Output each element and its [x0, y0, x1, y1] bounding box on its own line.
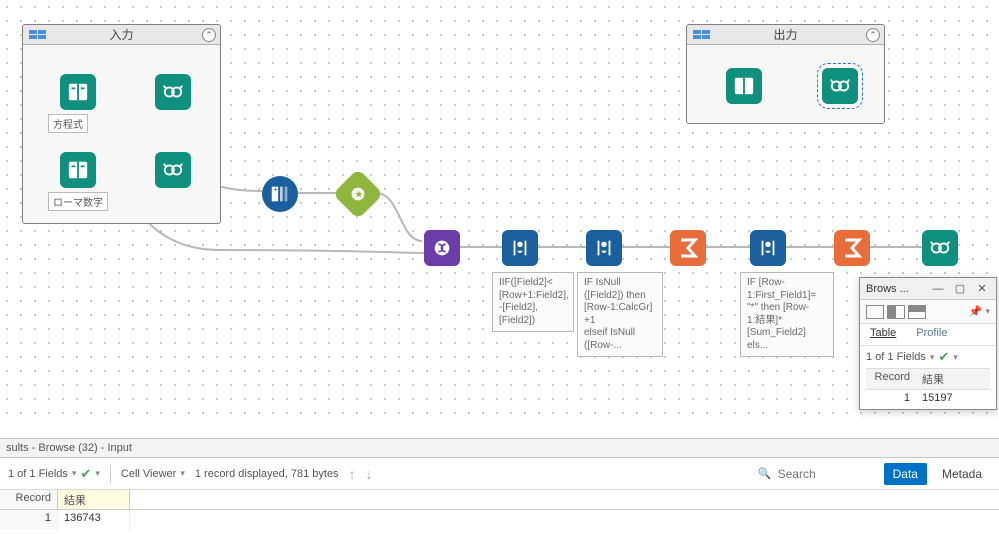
multirow-formula-tool-2[interactable] — [586, 230, 622, 266]
text-input-tool-output[interactable] — [726, 68, 762, 104]
results-row-1[interactable]: 1 136743 — [0, 510, 999, 530]
data-tab-button[interactable]: Data — [884, 463, 927, 485]
layout-icon-2[interactable] — [887, 305, 905, 319]
multirow-formula-tool-3[interactable] — [750, 230, 786, 266]
tab-profile[interactable]: Profile — [910, 324, 953, 345]
float-col-record: Record — [866, 369, 916, 389]
pin-icon[interactable]: 📌 — [969, 305, 983, 318]
browse-window-titlebar[interactable]: Brows ... — ▢ ✕ — [860, 278, 996, 300]
summarize-tool-1[interactable] — [670, 230, 706, 266]
window-close-btn[interactable]: ✕ — [974, 282, 990, 295]
workflow-canvas[interactable]: 入力 ⌃ 方程式 ローマ数字 + ★ — [0, 0, 999, 420]
results-panel-header[interactable]: sults - Browse (32) - Input — [0, 438, 999, 458]
record-status-text: 1 record displayed, 781 bytes — [195, 468, 339, 480]
results-header-text: sults - Browse (32) - Input — [6, 442, 132, 454]
container-collapse-btn[interactable]: ⌃ — [202, 28, 216, 42]
float-cell-record: 1 — [866, 390, 916, 406]
container-output-title: 出力 — [687, 26, 884, 43]
chevron-down-icon: ▾ — [953, 352, 958, 363]
window-restore-btn[interactable]: ▢ — [952, 282, 968, 295]
append-fields-tool[interactable]: + — [262, 176, 298, 212]
container-titlebar-output[interactable]: 出力 ⌃ — [687, 25, 884, 45]
chevron-down-icon: ▾ — [72, 468, 77, 479]
layout-icon-1[interactable] — [866, 305, 884, 319]
float-row-1[interactable]: 1 15197 — [866, 390, 990, 406]
col-value[interactable]: 結果 — [58, 490, 130, 509]
cell-record: 1 — [0, 510, 58, 530]
check-icon: ✔ — [938, 349, 949, 365]
text-input-tool-2[interactable] — [60, 152, 96, 188]
layout-icon-row: 📌 ▾ — [860, 300, 996, 324]
tab-table[interactable]: Table — [864, 324, 902, 345]
results-grid-header: Record 結果 — [0, 490, 999, 510]
svg-text:★: ★ — [354, 190, 363, 201]
container-input-title: 入力 — [23, 26, 220, 43]
fields-dropdown-float[interactable]: 1 of 1 Fields ▾ ✔ ▾ — [866, 349, 990, 365]
fields-dropdown-label: 1 of 1 Fields — [866, 351, 926, 363]
search-input[interactable] — [778, 467, 878, 481]
formula-annotation-2: IF IsNull ([Field2]) then [Row-1:CalcGr]… — [577, 272, 663, 357]
up-arrow-btn[interactable]: ↑ — [349, 466, 356, 482]
summarize-tool-2[interactable] — [834, 230, 870, 266]
chevron-down-icon: ▾ — [95, 468, 100, 479]
chevron-down-icon[interactable]: ▾ — [985, 306, 990, 317]
fields-dropdown[interactable]: 1 of 1 Fields ▾ ✔ ▾ — [8, 466, 100, 482]
formula-annotation-1: IIF([Field2]< [Row+1:Field2], -[Field2],… — [492, 272, 574, 332]
float-col-value: 結果 — [916, 369, 990, 389]
results-toolbar: 1 of 1 Fields ▾ ✔ ▾ Cell Viewer ▾ 1 reco… — [0, 458, 999, 490]
browse-tool-input-1[interactable] — [155, 74, 191, 110]
multirow-formula-tool-1[interactable] — [502, 230, 538, 266]
dynamic-rename-tool[interactable]: ★ — [333, 169, 384, 220]
window-minimize-btn[interactable]: — — [930, 283, 946, 295]
chevron-down-icon: ▾ — [930, 352, 935, 363]
browse-floating-window[interactable]: Brows ... — ▢ ✕ 📌 ▾ Table Profile 1 of 1… — [859, 277, 997, 410]
chevron-down-icon: ▾ — [180, 468, 185, 479]
down-arrow-btn[interactable]: ↓ — [366, 466, 373, 482]
container-collapse-btn-output[interactable]: ⌃ — [866, 28, 880, 42]
metadata-tab-button[interactable]: Metada — [933, 463, 991, 485]
text-input-label-1: 方程式 — [48, 114, 88, 133]
container-titlebar[interactable]: 入力 ⌃ — [23, 25, 220, 45]
col-record[interactable]: Record — [0, 490, 58, 509]
cell-viewer-dropdown[interactable]: Cell Viewer ▾ — [121, 468, 185, 480]
join-tool[interactable] — [424, 230, 460, 266]
search-icon: 🔍 — [758, 467, 772, 480]
cell-viewer-label: Cell Viewer — [121, 468, 176, 480]
cell-value: 136743 — [58, 510, 130, 530]
browse-tool-output[interactable] — [822, 68, 858, 104]
text-input-tool-1[interactable] — [60, 74, 96, 110]
browse-tool-input-2[interactable] — [155, 152, 191, 188]
browse-tool-main[interactable] — [922, 230, 958, 266]
check-icon: ✔ — [80, 466, 91, 482]
formula-annotation-3: IF [Row- 1:First_Field1]= "*" then [Row-… — [740, 272, 834, 357]
text-input-label-2: ローマ数字 — [48, 192, 108, 211]
layout-icon-3[interactable] — [908, 305, 926, 319]
fields-dropdown-label: 1 of 1 Fields — [8, 468, 68, 480]
browse-window-title: Brows ... — [866, 283, 924, 295]
float-cell-value: 15197 — [916, 390, 990, 406]
svg-text:+: + — [274, 184, 278, 193]
